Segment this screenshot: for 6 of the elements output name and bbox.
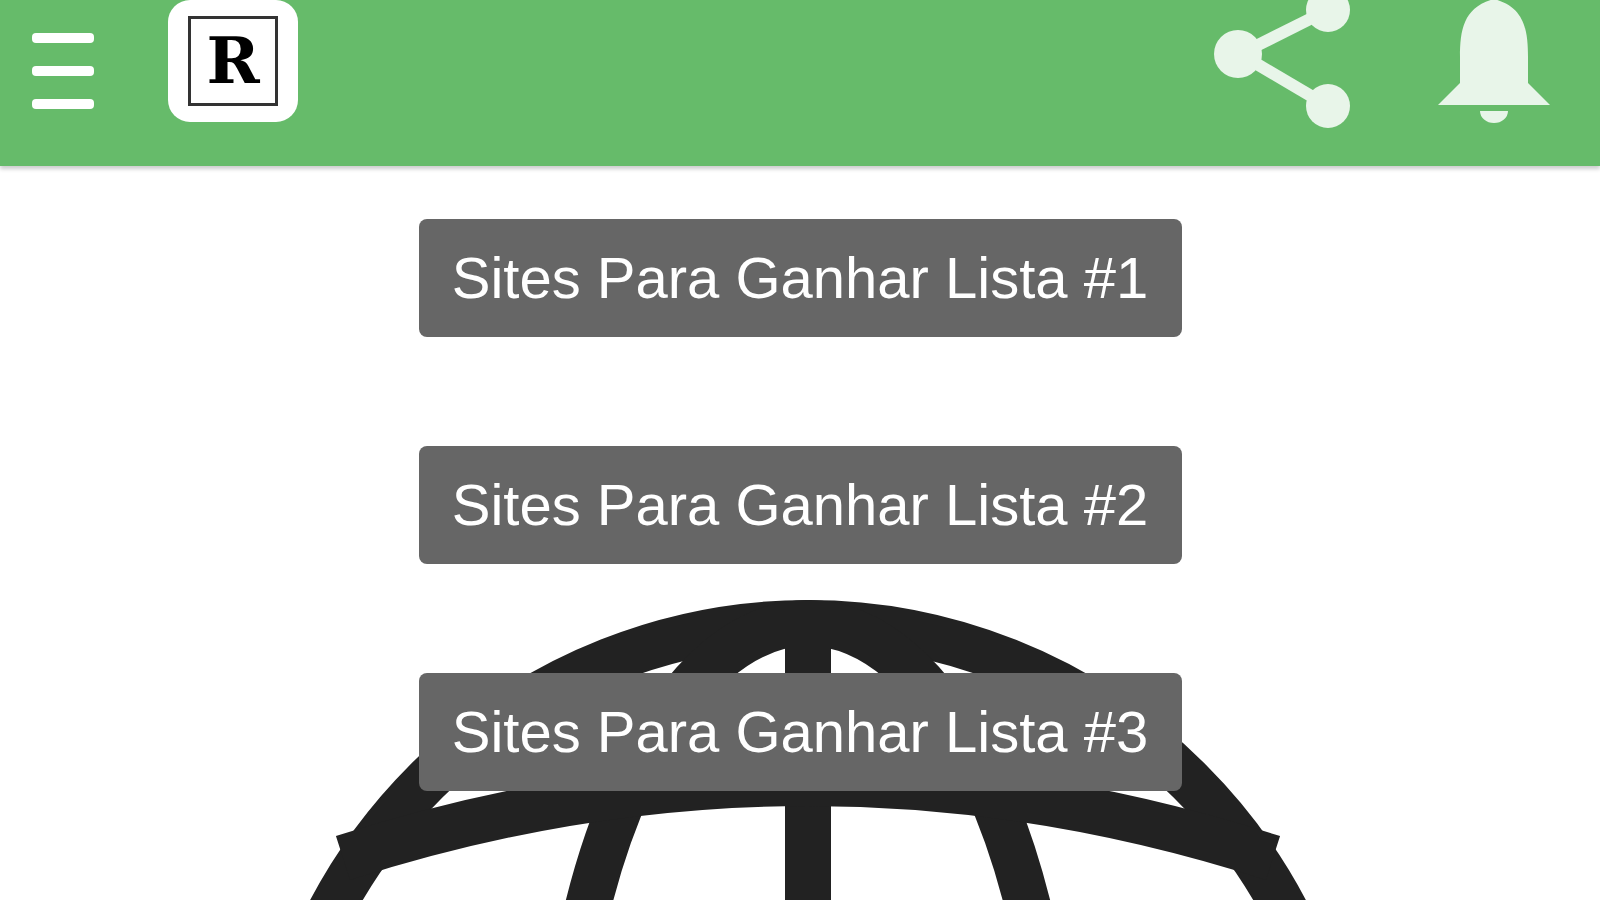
list-button[interactable]: Sites Para Ganhar Lista #1 <box>418 219 1182 337</box>
list-button[interactable]: Sites Para Ganhar Lista #2 <box>418 446 1182 564</box>
menu-icon[interactable] <box>32 33 94 109</box>
list-button[interactable]: Sites Para Ganhar Lista #3 <box>418 673 1182 791</box>
app-logo[interactable]: R <box>168 0 298 122</box>
logo-letter: R <box>206 29 260 93</box>
